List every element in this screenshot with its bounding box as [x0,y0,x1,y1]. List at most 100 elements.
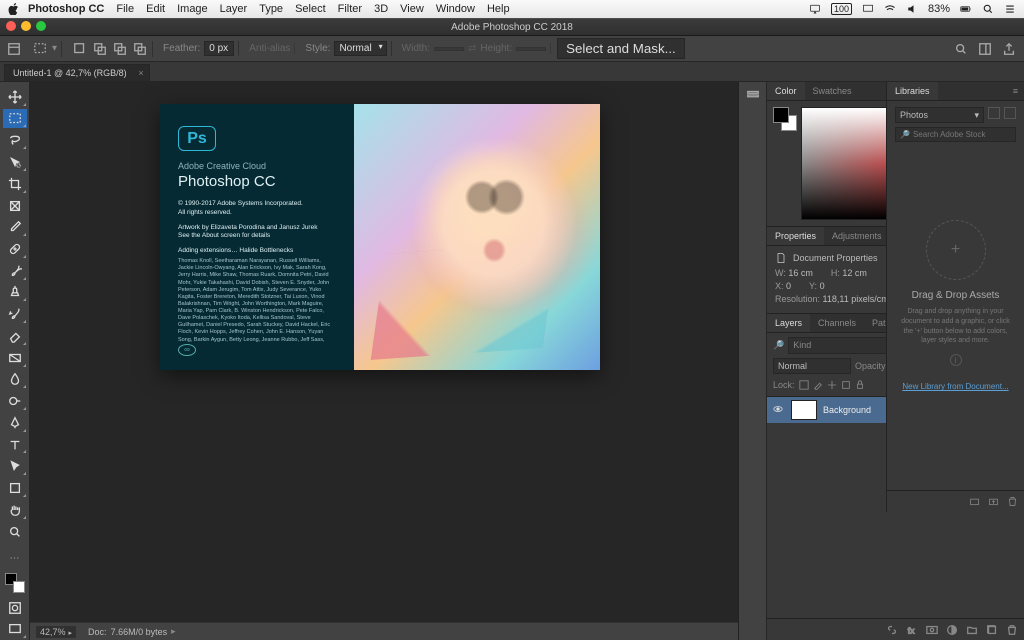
crop-tool[interactable] [3,174,27,194]
hand-tool[interactable] [3,500,27,520]
library-grid-view-icon[interactable] [1004,107,1016,119]
menu-file[interactable]: File [116,3,134,15]
home-icon[interactable] [6,41,22,57]
color-tab[interactable]: Color [767,82,805,100]
selection-add-icon[interactable] [92,41,108,57]
feather-value[interactable]: 0 px [204,41,234,56]
eraser-tool[interactable] [3,326,27,346]
layer-name[interactable]: Background [823,405,871,415]
library-search[interactable]: 🔎Search Adobe Stock [895,127,1016,142]
selection-intersect-icon[interactable] [132,41,148,57]
zoom-tool[interactable] [3,522,27,542]
library-delete-icon[interactable] [1007,496,1018,507]
layers-tab[interactable]: Layers [767,314,810,332]
close-tab-icon[interactable]: × [138,68,143,78]
selection-new-icon[interactable] [72,41,88,57]
delete-layer-icon[interactable] [1006,624,1018,636]
new-library-from-doc-link[interactable]: New Library from Document... [902,382,1008,391]
fg-bg-swatch[interactable] [3,571,27,596]
library-drop-target[interactable]: + [926,220,986,280]
menu-app-name[interactable]: Photoshop CC [28,3,104,15]
path-select-tool[interactable] [3,456,27,476]
menu-type[interactable]: Type [259,3,283,15]
share-icon[interactable] [1000,40,1018,58]
selection-subtract-icon[interactable] [112,41,128,57]
layer-style-icon[interactable]: fx [906,624,918,636]
healing-tool[interactable] [3,239,27,259]
layer-thumbnail[interactable] [791,400,817,420]
blur-tool[interactable] [3,370,27,390]
libraries-panel-menu[interactable]: ≡ [1007,82,1024,100]
adjustments-tab[interactable]: Adjustments [824,227,890,245]
pen-tool[interactable] [3,413,27,433]
menu-3d[interactable]: 3D [374,3,388,15]
libraries-tab[interactable]: Libraries [887,82,938,100]
minimize-window-button[interactable] [21,21,31,31]
edit-toolbar[interactable]: ⋯ [3,549,27,569]
new-layer-icon[interactable] [986,624,998,636]
style-select[interactable]: Normal [334,41,386,56]
channels-tab[interactable]: Channels [810,314,864,332]
library-info-icon[interactable]: i [950,354,962,366]
brush-tool[interactable] [3,261,27,281]
traffic-lights [6,21,46,31]
quick-select-tool[interactable] [3,152,27,172]
display-icon[interactable] [862,3,874,15]
frame-tool[interactable] [3,196,27,216]
menu-edit[interactable]: Edit [146,3,165,15]
wifi-icon[interactable] [884,3,896,15]
history-brush-tool[interactable] [3,304,27,324]
tool-preset-marquee-icon[interactable] [32,41,48,57]
move-tool[interactable] [3,87,27,107]
canvas-area[interactable]: Ps Adobe Creative Cloud Photoshop CC © 1… [30,82,738,640]
select-and-mask-button[interactable]: Select and Mask... [557,38,685,59]
clone-stamp-tool[interactable] [3,283,27,303]
lock-position-icon[interactable] [827,380,837,390]
screen-mode-toggle[interactable] [3,619,27,639]
airplay-icon[interactable] [809,3,821,15]
spotlight-icon[interactable] [982,3,994,15]
swatches-tab[interactable]: Swatches [805,82,860,100]
layer-visibility-icon[interactable] [773,404,785,416]
workspace-icon[interactable] [976,40,994,58]
link-layers-icon[interactable] [886,624,898,636]
menu-window[interactable]: Window [436,3,475,15]
library-select[interactable]: Photos [895,107,984,123]
properties-tab[interactable]: Properties [767,227,824,245]
library-add-icon[interactable] [988,496,999,507]
menu-filter[interactable]: Filter [338,3,362,15]
lock-artboard-icon[interactable] [841,380,851,390]
lock-transparency-icon[interactable] [799,380,809,390]
menu-view[interactable]: View [400,3,424,15]
history-panel-icon[interactable] [746,88,760,102]
close-window-button[interactable] [6,21,16,31]
blend-mode-select[interactable]: Normal [773,358,851,374]
document-tab[interactable]: Untitled-1 @ 42,7% (RGB/8) × [4,64,150,81]
library-list-view-icon[interactable] [988,107,1000,119]
lock-paint-icon[interactable] [813,380,823,390]
layer-mask-icon[interactable] [926,624,938,636]
lasso-tool[interactable] [3,130,27,150]
menu-select[interactable]: Select [295,3,326,15]
menu-image[interactable]: Image [177,3,208,15]
lock-all-icon[interactable] [855,380,865,390]
eyedropper-tool[interactable] [3,217,27,237]
marquee-tool[interactable] [3,109,27,129]
color-fg-bg-swatch[interactable] [773,107,797,220]
search-icon[interactable] [952,40,970,58]
menu-layer[interactable]: Layer [220,3,248,15]
volume-icon[interactable] [906,3,918,15]
quick-mask-toggle[interactable] [3,598,27,618]
group-layers-icon[interactable] [966,624,978,636]
type-tool[interactable] [3,435,27,455]
adjustment-layer-icon[interactable] [946,624,958,636]
maximize-window-button[interactable] [36,21,46,31]
gradient-tool[interactable] [3,348,27,368]
notifications-icon[interactable] [1004,3,1016,15]
shape-tool[interactable] [3,478,27,498]
doc-size-value[interactable]: 7.66M/0 bytes [111,627,168,637]
library-stock-icon[interactable] [969,496,980,507]
menu-help[interactable]: Help [487,3,510,15]
dodge-tool[interactable] [3,391,27,411]
zoom-level[interactable]: 42,7% [36,626,76,638]
